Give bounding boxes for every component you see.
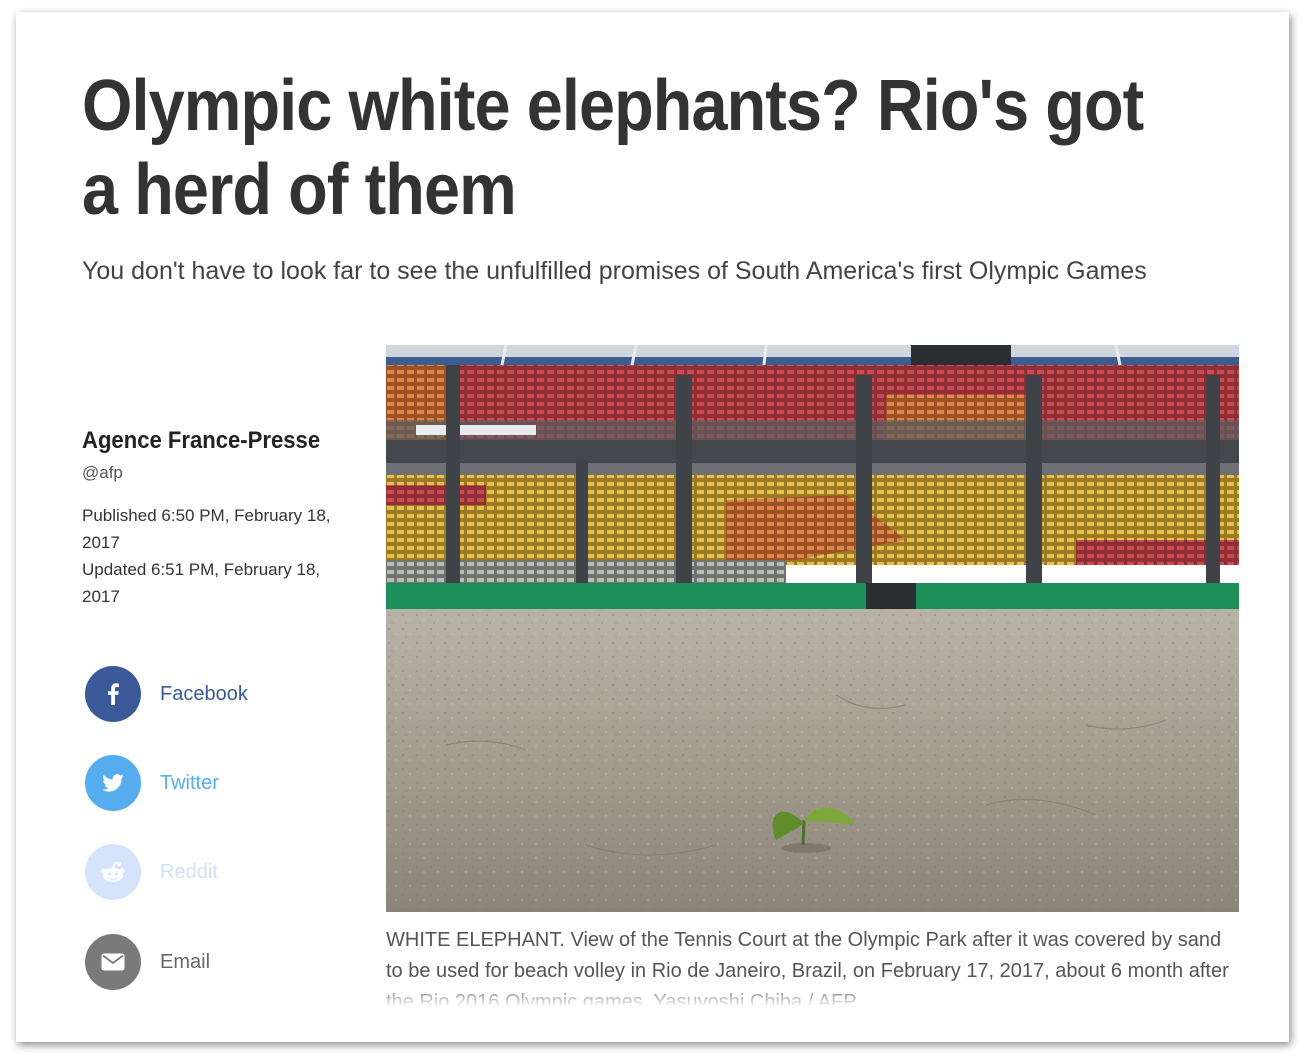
author-handle[interactable]: @afp — [82, 463, 123, 483]
share-facebook-label: Facebook — [160, 682, 248, 705]
share-reddit-button[interactable]: Reddit — [85, 844, 325, 900]
author-name[interactable]: Agence France-Presse — [82, 427, 320, 455]
article-subheadline: You don't have to look far to see the un… — [82, 257, 1147, 285]
published-date: Published 6:50 PM, February 18, 2017 — [82, 506, 331, 552]
article-photo[interactable] — [386, 345, 1239, 912]
share-twitter-button[interactable]: Twitter — [85, 755, 325, 811]
share-reddit-label: Reddit — [160, 860, 218, 883]
tennis-court-sand-photo — [386, 345, 1239, 912]
share-email-button[interactable]: Email — [85, 934, 325, 990]
updated-date: Updated 6:51 PM, February 18, 2017 — [82, 560, 321, 606]
article-card: Olympic white elephants? Rio's got a her… — [16, 12, 1289, 1042]
email-icon — [85, 934, 141, 990]
twitter-icon — [85, 755, 141, 811]
share-email-label: Email — [160, 950, 211, 973]
facebook-icon — [85, 666, 141, 722]
reddit-icon — [85, 844, 141, 900]
article-dates: Published 6:50 PM, February 18, 2017 Upd… — [82, 502, 342, 610]
share-facebook-button[interactable]: Facebook — [85, 666, 325, 722]
caption-fade-overlay — [386, 988, 1239, 1008]
share-twitter-label: Twitter — [160, 771, 219, 794]
article-headline: Olympic white elephants? Rio's got a her… — [82, 66, 1144, 230]
